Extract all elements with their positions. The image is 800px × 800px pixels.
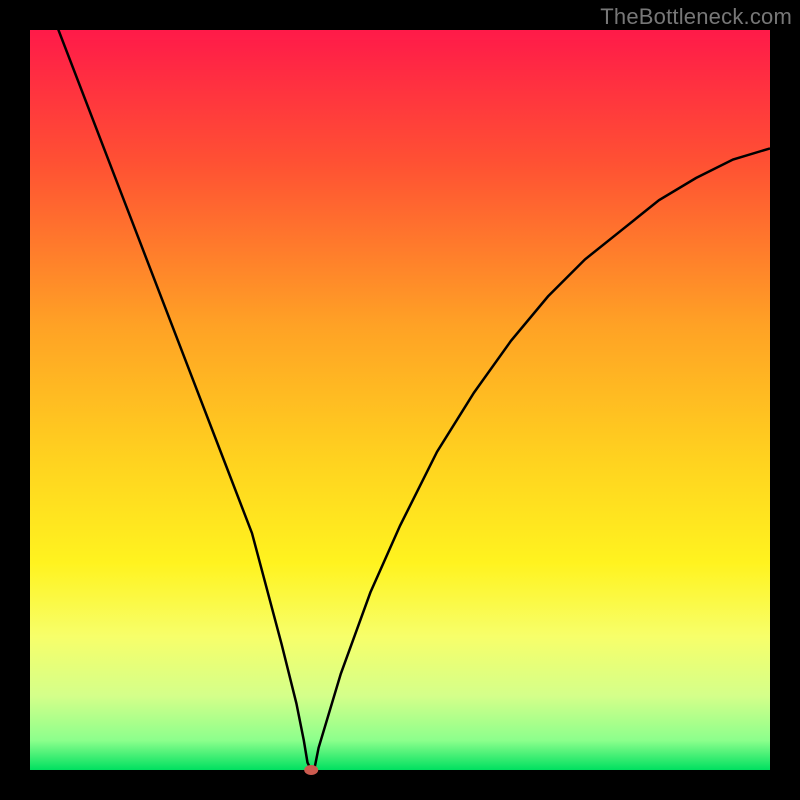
plot-background xyxy=(30,30,770,770)
bottleneck-chart xyxy=(0,0,800,800)
optimum-marker xyxy=(304,765,318,775)
chart-frame: TheBottleneck.com xyxy=(0,0,800,800)
